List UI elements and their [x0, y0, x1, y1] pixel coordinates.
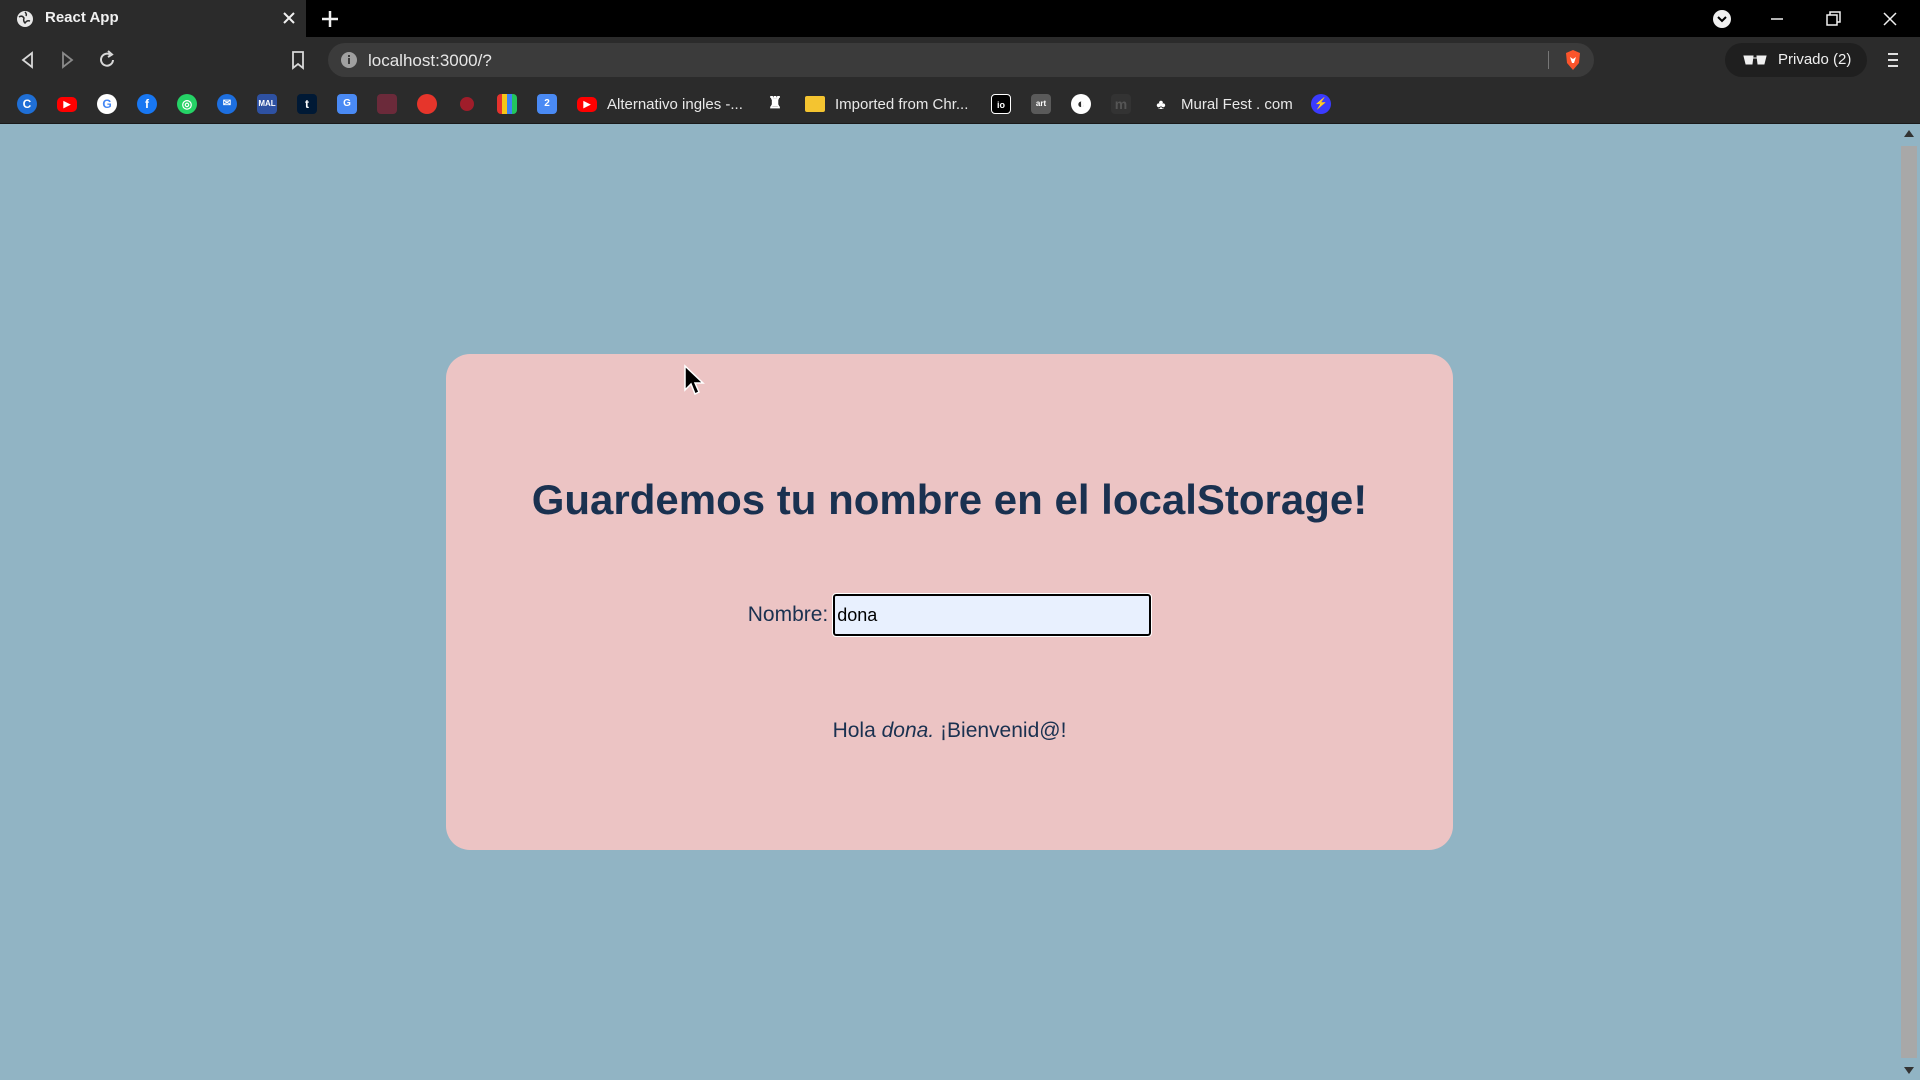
name-form-row: Nombre:: [446, 593, 1453, 637]
tab-search-icon[interactable]: [1711, 8, 1733, 30]
translate-icon: G: [337, 94, 357, 114]
facebook-icon: f: [137, 94, 157, 114]
bookmark-mural-fest[interactable]: ♣ Mural Fest . com: [1151, 93, 1293, 115]
bookmark-alternativo[interactable]: ▶ Alternativo ingles -...: [577, 93, 743, 115]
tumblr-icon: t: [297, 94, 317, 114]
bookmark-item[interactable]: ⚡: [1311, 93, 1331, 115]
bookmark-item[interactable]: ◎: [177, 93, 197, 115]
forward-icon[interactable]: [56, 49, 78, 71]
scroll-up-arrow-icon[interactable]: [1904, 130, 1914, 137]
mal-icon: MAL: [257, 94, 277, 114]
bookmark-item[interactable]: m: [1111, 93, 1131, 115]
tab-react-app[interactable]: React App: [0, 0, 306, 37]
name-label: Nombre:: [747, 603, 829, 626]
scroll-down-arrow-icon[interactable]: [1904, 1067, 1914, 1074]
bookmark-item[interactable]: t: [297, 93, 317, 115]
bookmark-item[interactable]: [417, 93, 437, 115]
vertical-scrollbar[interactable]: [1898, 124, 1920, 1080]
bookmark-item[interactable]: [497, 93, 517, 115]
bookmark-item[interactable]: io: [991, 93, 1011, 115]
restore-icon[interactable]: [1822, 8, 1844, 30]
page-title: Guardemos tu nombre en el localStorage!: [531, 476, 1368, 523]
art-icon: art: [1031, 94, 1051, 114]
bookmark-item[interactable]: ✉: [217, 93, 237, 115]
back-icon[interactable]: [17, 49, 39, 71]
bookmark-icon[interactable]: [287, 49, 309, 71]
tab-strip: React App: [0, 0, 1920, 37]
globe-icon: [17, 11, 33, 27]
brave-shield-icon[interactable]: [1562, 49, 1584, 71]
url-text: localhost:3000/?: [368, 51, 492, 70]
page-viewport: Guardemos tu nombre en el localStorage! …: [0, 124, 1898, 1080]
name-input[interactable]: [832, 593, 1153, 637]
minimize-icon[interactable]: [1766, 8, 1788, 30]
bookmark-item[interactable]: G: [337, 93, 357, 115]
bookmark-item[interactable]: ♜: [765, 93, 785, 115]
bookmark-folder-imported[interactable]: Imported from Chr...: [805, 93, 968, 115]
bookmark-item[interactable]: C: [17, 93, 37, 115]
tab-title: React App: [45, 9, 119, 26]
bookmark-item[interactable]: G: [97, 93, 117, 115]
bookmark-item[interactable]: [457, 93, 477, 115]
bookmark-item[interactable]: ▶: [57, 93, 77, 115]
game-icon: [377, 94, 397, 114]
scroll-thumb[interactable]: [1901, 146, 1917, 1058]
c-icon: C: [17, 94, 37, 114]
globe-icon: ◐: [1071, 94, 1091, 114]
google-icon: G: [97, 94, 117, 114]
reload-icon[interactable]: [96, 49, 118, 71]
bookmarks-bar: C ▶ G f ◎ ✉ MAL t G 2 ▶ Alternativo ingl…: [0, 83, 1920, 124]
red-app-icon: [460, 97, 474, 111]
messenger-icon: ✉: [217, 94, 237, 114]
bookmark-item[interactable]: ◐: [1071, 93, 1091, 115]
bookmark-item[interactable]: f: [137, 93, 157, 115]
private-label: Privado (2): [1778, 51, 1852, 68]
whatsapp-icon: ◎: [177, 94, 197, 114]
calendar-icon: 2: [537, 94, 557, 114]
ghost-icon: ♜: [767, 95, 783, 112]
close-window-icon[interactable]: [1879, 8, 1901, 30]
bookmark-label: Imported from Chr...: [835, 95, 969, 113]
incognito-glasses-icon: [1743, 55, 1767, 65]
bolt-icon: ⚡: [1311, 94, 1331, 114]
bookmark-label: Alternativo ingles -...: [607, 95, 743, 113]
reddit-like-icon: [417, 94, 437, 114]
mouse-cursor-icon: [684, 364, 705, 396]
mural-icon: ♣: [1156, 96, 1166, 112]
bars-icon: [497, 94, 517, 114]
private-window-badge[interactable]: Privado (2): [1725, 43, 1867, 77]
hamburger-menu-icon[interactable]: [1882, 49, 1904, 71]
bookmark-item[interactable]: MAL: [257, 93, 277, 115]
plus-icon[interactable]: [320, 9, 340, 29]
greeting-text: Hola dona. ¡Bienvenid@!: [446, 719, 1453, 743]
close-icon[interactable]: [280, 9, 298, 27]
greeting-name: dona.: [881, 719, 935, 742]
bookmark-item[interactable]: art: [1031, 93, 1051, 115]
greeting-prefix: Hola: [832, 719, 876, 742]
url-divider: [1548, 51, 1549, 69]
io-icon: io: [991, 94, 1011, 114]
info-icon[interactable]: [340, 51, 358, 69]
folder-icon: [805, 96, 825, 112]
form-card: Guardemos tu nombre en el localStorage! …: [446, 354, 1453, 850]
greeting-suffix: ¡Bienvenid@!: [940, 719, 1067, 742]
bookmark-label: Mural Fest . com: [1181, 95, 1293, 113]
youtube-icon: ▶: [577, 96, 597, 112]
m-icon: m: [1111, 94, 1131, 114]
navigation-toolbar: localhost:3000/? Privado (2): [0, 37, 1920, 83]
bookmark-item[interactable]: 2: [537, 93, 557, 115]
bookmark-item[interactable]: [377, 93, 397, 115]
address-bar[interactable]: localhost:3000/?: [328, 43, 1594, 77]
youtube-icon: ▶: [57, 96, 77, 112]
